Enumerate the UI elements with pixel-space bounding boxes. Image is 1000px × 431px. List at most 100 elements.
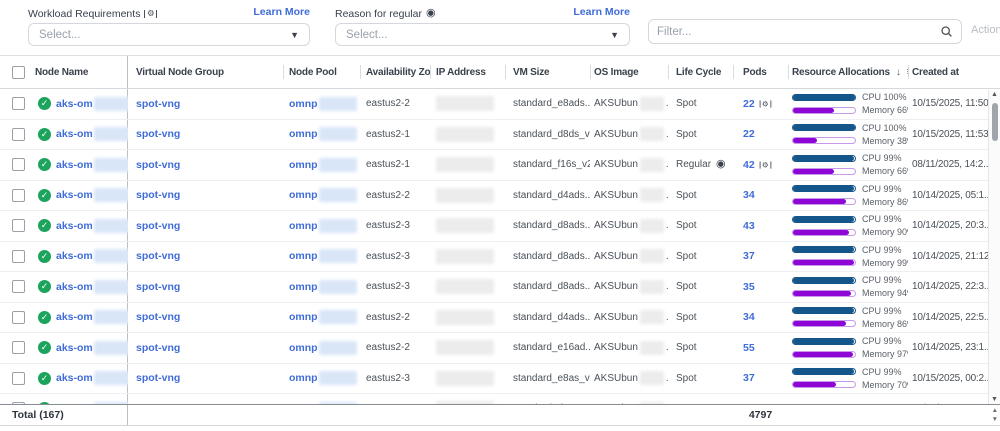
node-name-link[interactable]: aks-om bbox=[56, 128, 93, 140]
virtual-node-group-link[interactable]: spot-vng bbox=[136, 281, 180, 293]
node-pool-link[interactable]: omnp bbox=[289, 342, 318, 354]
memory-usage-bar bbox=[792, 381, 856, 388]
row-checkbox[interactable] bbox=[12, 219, 25, 232]
pods-count-link[interactable]: 37 bbox=[743, 250, 755, 262]
cell-created-at: 10/15/2025, 11:53... bbox=[908, 120, 988, 150]
cell-node-pool: omnp bbox=[283, 211, 360, 241]
cell-vm-size: standard_d8ads... bbox=[505, 272, 590, 302]
node-pool-link[interactable]: omnp bbox=[289, 220, 318, 232]
row-checkbox[interactable] bbox=[12, 280, 25, 293]
virtual-node-group-link[interactable]: spot-vng bbox=[136, 128, 180, 140]
sort-descending-icon[interactable]: ↓ bbox=[896, 67, 901, 78]
node-pool-link[interactable]: omnp bbox=[289, 128, 318, 140]
node-pool-link[interactable]: omnp bbox=[289, 250, 318, 262]
redacted-node-name bbox=[94, 280, 128, 294]
column-header-vm-size[interactable]: VM Size bbox=[505, 56, 590, 88]
column-header-ip-address[interactable]: IP Address bbox=[430, 56, 505, 88]
row-checkbox[interactable] bbox=[12, 189, 25, 202]
virtual-node-group-link[interactable]: spot-vng bbox=[136, 98, 180, 110]
row-checkbox[interactable] bbox=[12, 128, 25, 141]
virtual-node-group-link[interactable]: spot-vng bbox=[136, 189, 180, 201]
node-pool-link[interactable]: omnp bbox=[289, 372, 318, 384]
node-pool-link[interactable]: omnp bbox=[289, 98, 318, 110]
node-name-link[interactable]: aks-om bbox=[56, 372, 93, 384]
vertical-scrollbar[interactable]: ▲ ▼ bbox=[988, 90, 1000, 404]
chevron-down-icon: ▼ bbox=[290, 30, 299, 40]
column-header-label: VM Size bbox=[513, 67, 549, 78]
cell-resource-allocations: CPU 99%Memory 94% bbox=[788, 272, 908, 302]
cell-virtual-node-group: spot-vng bbox=[128, 364, 283, 394]
node-name-link[interactable]: aks-om bbox=[56, 98, 93, 110]
virtual-node-group-link[interactable]: spot-vng bbox=[136, 311, 180, 323]
column-header-pods[interactable]: Pods bbox=[733, 56, 788, 88]
workload-requirements-select[interactable]: Select... ▼ bbox=[28, 23, 310, 46]
pods-count-link[interactable]: 34 bbox=[743, 311, 755, 323]
column-header-availability-zone[interactable]: Availability Zone bbox=[360, 56, 430, 88]
scroll-up-icon[interactable]: ▲ bbox=[989, 91, 1000, 98]
node-name-link[interactable]: aks-om bbox=[56, 159, 93, 171]
created-at-value: 10/14/2025, 05:1... bbox=[912, 190, 988, 201]
node-pool-link[interactable]: omnp bbox=[289, 281, 318, 293]
scroll-down-icon[interactable]: ▼ bbox=[989, 396, 1000, 403]
column-header-resource-allocations[interactable]: Resource Allocations↓≡ bbox=[788, 56, 908, 88]
pods-count-link[interactable]: 34 bbox=[743, 189, 755, 201]
node-pool-link[interactable]: omnp bbox=[289, 311, 318, 323]
memory-usage-label: Memory 97% bbox=[862, 349, 908, 359]
row-checkbox[interactable] bbox=[12, 311, 25, 324]
filter-input[interactable] bbox=[657, 26, 940, 38]
cell-resource-allocations: CPU 100%Memory 66% bbox=[788, 89, 908, 119]
virtual-node-group-link[interactable]: spot-vng bbox=[136, 372, 180, 384]
row-checkbox[interactable] bbox=[12, 97, 25, 110]
column-header-life-cycle[interactable]: Life Cycle bbox=[668, 56, 733, 88]
row-select-cell bbox=[0, 211, 35, 241]
node-name-link[interactable]: aks-om bbox=[56, 220, 93, 232]
pods-count-link[interactable]: 37 bbox=[743, 372, 755, 384]
availability-zone-value: eastus2-2 bbox=[366, 312, 410, 323]
learn-more-link[interactable]: Learn More bbox=[573, 6, 630, 18]
cell-node-name: ✓aks-om bbox=[35, 394, 128, 404]
row-checkbox[interactable] bbox=[12, 341, 25, 354]
cell-availability-zone: eastus2-3 bbox=[360, 394, 430, 404]
node-pool-link[interactable]: omnp bbox=[289, 189, 318, 201]
column-header-virtual-node-group[interactable]: Virtual Node Group bbox=[128, 56, 283, 88]
row-checkbox[interactable] bbox=[12, 158, 25, 171]
pods-count-link[interactable]: 55 bbox=[743, 342, 755, 354]
pods-count-link[interactable]: 22 bbox=[743, 98, 755, 110]
cell-pods: 43 bbox=[733, 211, 788, 241]
virtual-node-group-link[interactable]: spot-vng bbox=[136, 342, 180, 354]
learn-more-link[interactable]: Learn More bbox=[253, 6, 310, 18]
memory-usage-label: Memory 66% bbox=[862, 105, 908, 115]
scrollbar-thumb[interactable] bbox=[992, 103, 998, 141]
os-image-value: AKSUbun bbox=[594, 129, 638, 140]
node-name-link[interactable]: aks-om bbox=[56, 250, 93, 262]
node-name-link[interactable]: aks-om bbox=[56, 189, 93, 201]
node-pool-link[interactable]: omnp bbox=[289, 159, 318, 171]
cell-pods: 55 bbox=[733, 333, 788, 363]
column-header-os-image[interactable]: OS Image bbox=[590, 56, 668, 88]
cell-os-image: AKSUbun. bbox=[590, 333, 668, 363]
column-header-node-name[interactable]: Node Name bbox=[35, 56, 128, 88]
row-checkbox[interactable] bbox=[12, 372, 25, 385]
virtual-node-group-link[interactable]: spot-vng bbox=[136, 220, 180, 232]
virtual-node-group-link[interactable]: spot-vng bbox=[136, 159, 180, 171]
select-all-checkbox[interactable] bbox=[12, 66, 25, 79]
cell-node-name: ✓aks-om bbox=[35, 211, 128, 241]
column-header-node-pool[interactable]: Node Pool bbox=[283, 56, 360, 88]
pods-count-link[interactable]: 43 bbox=[743, 220, 755, 232]
virtual-node-group-link[interactable]: spot-vng bbox=[136, 250, 180, 262]
cell-node-name: ✓aks-om bbox=[35, 303, 128, 333]
cpu-usage-label: CPU 99% bbox=[862, 367, 902, 377]
actions-button[interactable]: Actions bbox=[971, 24, 1000, 36]
row-checkbox[interactable] bbox=[12, 250, 25, 263]
pods-count-link[interactable]: 42 bbox=[743, 159, 755, 171]
pods-count-link[interactable]: 22 bbox=[743, 128, 755, 140]
pods-count-link[interactable]: 35 bbox=[743, 281, 755, 293]
column-header-created-at[interactable]: Created at bbox=[908, 56, 988, 88]
cell-node-name: ✓aks-om bbox=[35, 181, 128, 211]
footer-scroll-arrows[interactable]: ▲▼ bbox=[992, 406, 998, 424]
node-name-link[interactable]: aks-om bbox=[56, 342, 93, 354]
redacted-ip-address bbox=[436, 218, 494, 233]
reason-for-regular-select[interactable]: Select... ▼ bbox=[335, 23, 630, 46]
node-name-link[interactable]: aks-om bbox=[56, 281, 93, 293]
node-name-link[interactable]: aks-om bbox=[56, 311, 93, 323]
